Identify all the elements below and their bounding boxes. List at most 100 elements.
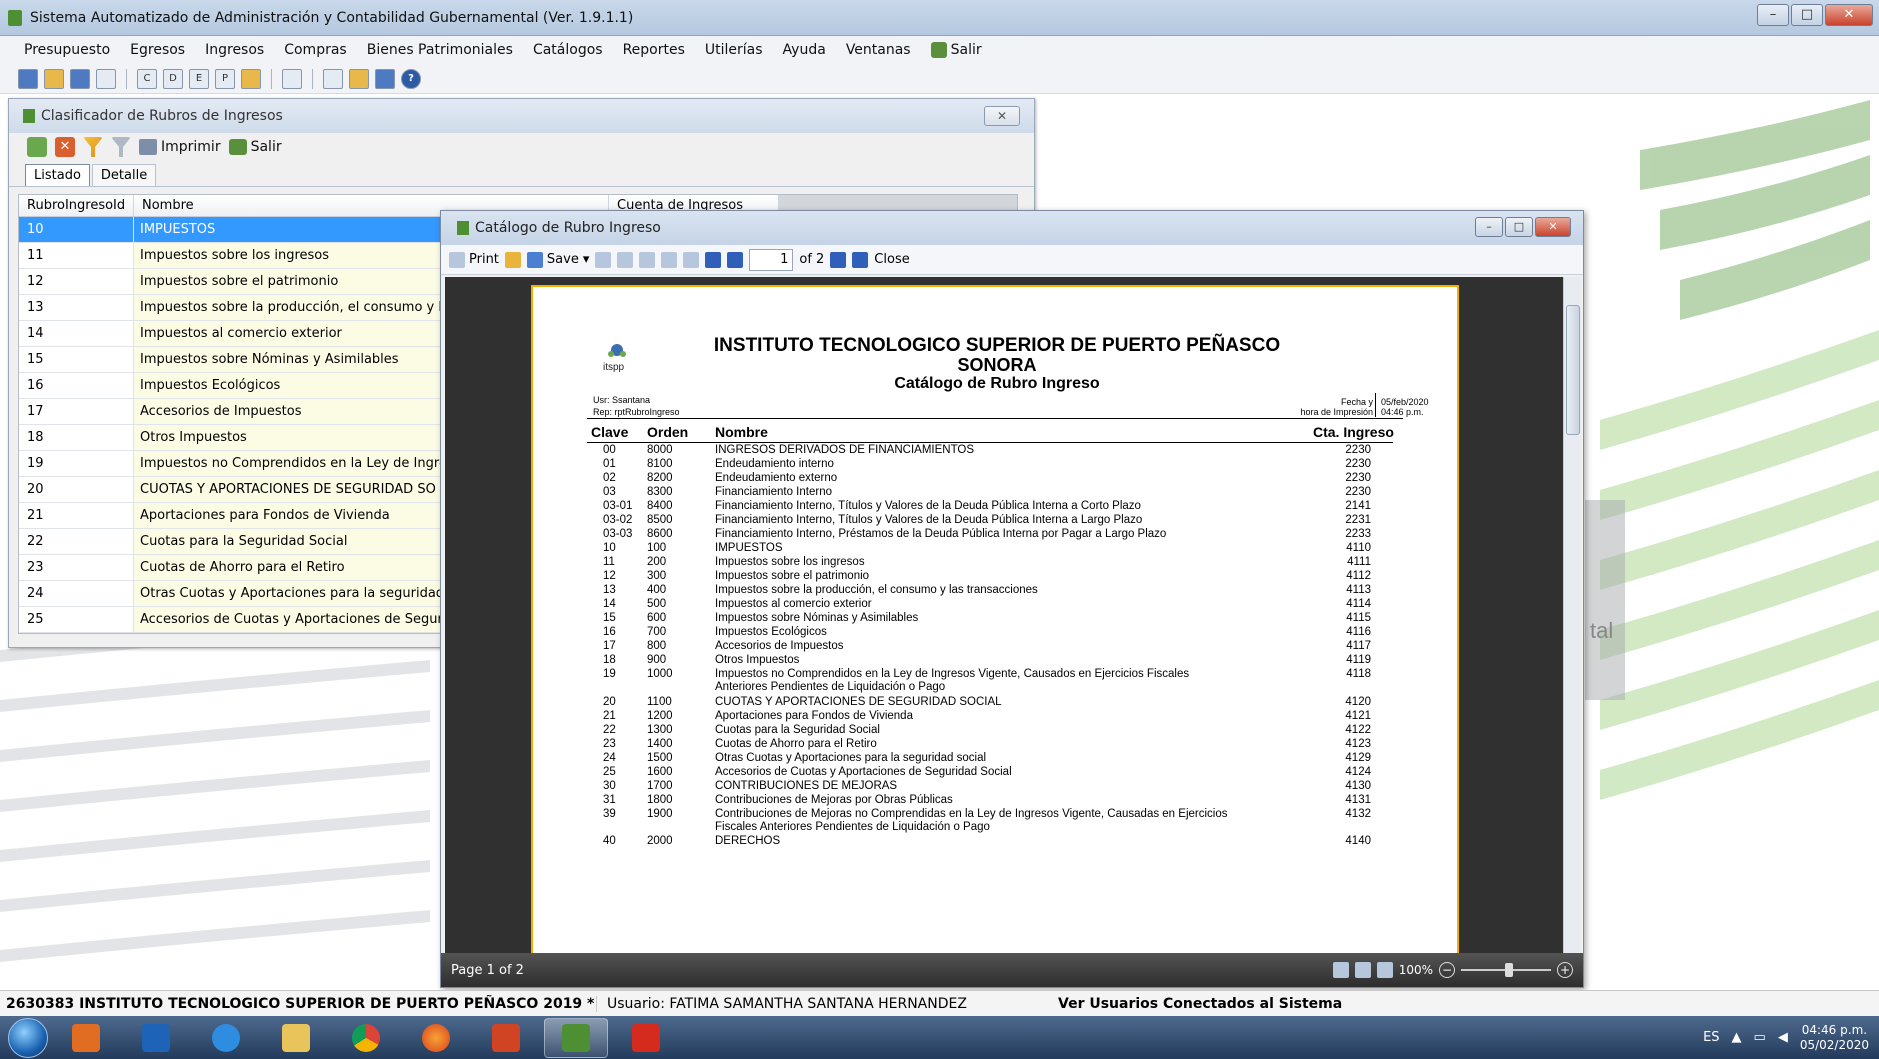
menu-utilerias[interactable]: Utilerías bbox=[695, 42, 773, 58]
background-logo-fragment: tal bbox=[1590, 618, 1613, 643]
report-clave: 16 bbox=[603, 626, 616, 638]
open-folder-icon[interactable] bbox=[504, 251, 521, 268]
minimize-button[interactable]: – bbox=[1757, 4, 1789, 26]
tab-detalle[interactable]: Detalle bbox=[91, 164, 157, 186]
form-p-icon[interactable]: P bbox=[215, 68, 235, 89]
email-icon[interactable] bbox=[595, 251, 612, 268]
document-check-icon[interactable] bbox=[70, 68, 90, 89]
clock-time: 04:46 p.m. bbox=[1801, 1022, 1868, 1037]
help-icon[interactable]: ? bbox=[401, 68, 421, 89]
taskbar-powerpoint[interactable] bbox=[474, 1018, 538, 1058]
report-vertical-scrollbar[interactable] bbox=[1563, 277, 1581, 953]
taskbar-firefox[interactable] bbox=[404, 1018, 468, 1058]
window-icon bbox=[23, 109, 35, 123]
multi-page-icon[interactable] bbox=[1376, 962, 1393, 978]
start-button[interactable] bbox=[8, 1017, 48, 1058]
calculator-icon[interactable] bbox=[375, 68, 395, 89]
report-cuenta: 4130 bbox=[1345, 779, 1371, 792]
clear-filter-icon[interactable] bbox=[111, 137, 131, 157]
close-button[interactable]: ✕ bbox=[1825, 4, 1873, 26]
tray-expand-icon[interactable]: ▲ bbox=[1732, 1030, 1742, 1045]
zoom-out-icon[interactable]: − bbox=[1439, 962, 1455, 978]
scroll-thumb[interactable] bbox=[1566, 305, 1580, 435]
page-number-input[interactable]: 1 bbox=[749, 248, 794, 271]
column-header-id[interactable]: RubroIngresoId bbox=[19, 195, 134, 216]
user-icon[interactable] bbox=[349, 68, 369, 89]
maximize-button[interactable]: □ bbox=[1791, 4, 1823, 26]
form-c-icon[interactable]: C bbox=[137, 68, 157, 89]
delete-icon[interactable]: ✕ bbox=[55, 137, 75, 157]
exit-icon bbox=[930, 42, 947, 58]
zoom-in-icon[interactable]: + bbox=[1557, 962, 1573, 978]
viewer-print-button[interactable]: Print bbox=[449, 251, 499, 268]
menu-ingresos[interactable]: Ingresos bbox=[195, 42, 274, 58]
clipboard-icon[interactable] bbox=[282, 68, 302, 89]
menu-presupuesto[interactable]: Presupuesto bbox=[14, 42, 120, 58]
transfer-icon[interactable] bbox=[44, 68, 64, 89]
report-orden: 500 bbox=[647, 598, 667, 610]
menu-compras[interactable]: Compras bbox=[274, 42, 357, 58]
page-layout-icon[interactable] bbox=[639, 251, 656, 268]
zoom-slider-thumb[interactable] bbox=[1505, 963, 1513, 977]
report-icon[interactable] bbox=[241, 68, 261, 89]
columns-rule bbox=[587, 442, 1393, 443]
menu-salir[interactable]: Salir bbox=[921, 42, 992, 58]
media-player-icon bbox=[72, 1023, 100, 1052]
report-orden: 1500 bbox=[647, 751, 673, 764]
form-e-icon[interactable]: E bbox=[189, 68, 209, 89]
tree-icon[interactable] bbox=[323, 68, 343, 89]
rubro-id-cell: 16 bbox=[19, 373, 134, 398]
exit-button[interactable]: Salir bbox=[228, 139, 282, 155]
export-icon[interactable] bbox=[27, 137, 47, 157]
taskbar-chrome[interactable] bbox=[334, 1018, 398, 1058]
print-button[interactable]: Imprimir bbox=[139, 139, 221, 155]
grid-icon[interactable] bbox=[96, 68, 116, 89]
report-clave: 39 bbox=[603, 807, 616, 820]
report-viewer-statusbar: Page 1 of 2 100% − + bbox=[441, 953, 1583, 987]
connected-users-link[interactable]: Ver Usuarios Conectados al Sistema bbox=[1048, 996, 1342, 1012]
database-icon[interactable] bbox=[18, 68, 38, 89]
last-page-icon[interactable] bbox=[852, 251, 869, 268]
menu-catalogos[interactable]: Catálogos bbox=[523, 42, 613, 58]
viewer-maximize-button[interactable]: □ bbox=[1505, 217, 1533, 237]
filter-icon[interactable] bbox=[83, 137, 103, 157]
previous-page-icon[interactable] bbox=[727, 251, 744, 268]
zoom-slider[interactable] bbox=[1461, 963, 1551, 977]
volume-icon[interactable]: ◀ bbox=[1778, 1030, 1788, 1045]
viewer-minimize-button[interactable]: – bbox=[1475, 217, 1503, 237]
clasificador-close-button[interactable]: ✕ bbox=[984, 106, 1020, 126]
institution-status: 2630383 INSTITUTO TECNOLOGICO SUPERIOR D… bbox=[6, 995, 595, 1012]
tab-listado[interactable]: Listado bbox=[25, 164, 90, 186]
language-indicator[interactable]: ES bbox=[1703, 1030, 1719, 1045]
menu-egresos[interactable]: Egresos bbox=[120, 42, 195, 58]
report-orden: 800 bbox=[647, 640, 667, 652]
menu-ventanas[interactable]: Ventanas bbox=[836, 42, 921, 58]
viewer-close-button[interactable]: ✕ bbox=[1535, 217, 1571, 237]
hora-value: 04:46 p.m. bbox=[1381, 407, 1424, 417]
taskbar-file-explorer[interactable] bbox=[264, 1018, 328, 1058]
taskbar-sacg-app[interactable] bbox=[544, 1017, 608, 1058]
taskbar-acrobat[interactable] bbox=[614, 1018, 678, 1058]
parameters-icon[interactable] bbox=[683, 251, 700, 268]
network-icon[interactable]: ▭ bbox=[1754, 1030, 1766, 1045]
exit-label: Salir bbox=[250, 139, 282, 155]
first-page-icon[interactable] bbox=[705, 251, 722, 268]
page-view-icon[interactable] bbox=[1354, 962, 1371, 978]
form-d-icon[interactable]: D bbox=[163, 68, 183, 89]
report-orden: 8000 bbox=[647, 444, 673, 456]
taskbar-internet-explorer[interactable] bbox=[194, 1018, 258, 1058]
next-page-icon[interactable] bbox=[830, 251, 847, 268]
taskbar-media-player[interactable] bbox=[54, 1018, 118, 1058]
viewer-close-label[interactable]: Close bbox=[874, 252, 909, 267]
viewer-save-button[interactable]: Save ▾ bbox=[526, 251, 589, 268]
report-cuenta: 4131 bbox=[1345, 793, 1371, 806]
menu-reportes[interactable]: Reportes bbox=[613, 42, 695, 58]
taskbar-outlook[interactable] bbox=[124, 1018, 188, 1058]
zoom-icon[interactable] bbox=[661, 251, 678, 268]
menu-ayuda[interactable]: Ayuda bbox=[773, 42, 836, 58]
report-preview-area[interactable]: itspp INSTITUTO TECNOLOGICO SUPERIOR DE … bbox=[445, 277, 1563, 953]
menu-bienes-patrimoniales[interactable]: Bienes Patrimoniales bbox=[357, 42, 523, 58]
find-icon[interactable] bbox=[617, 251, 634, 268]
clock[interactable]: 04:46 p.m. 05/02/2020 bbox=[1800, 1023, 1869, 1053]
print-layout-icon[interactable] bbox=[1332, 962, 1349, 978]
